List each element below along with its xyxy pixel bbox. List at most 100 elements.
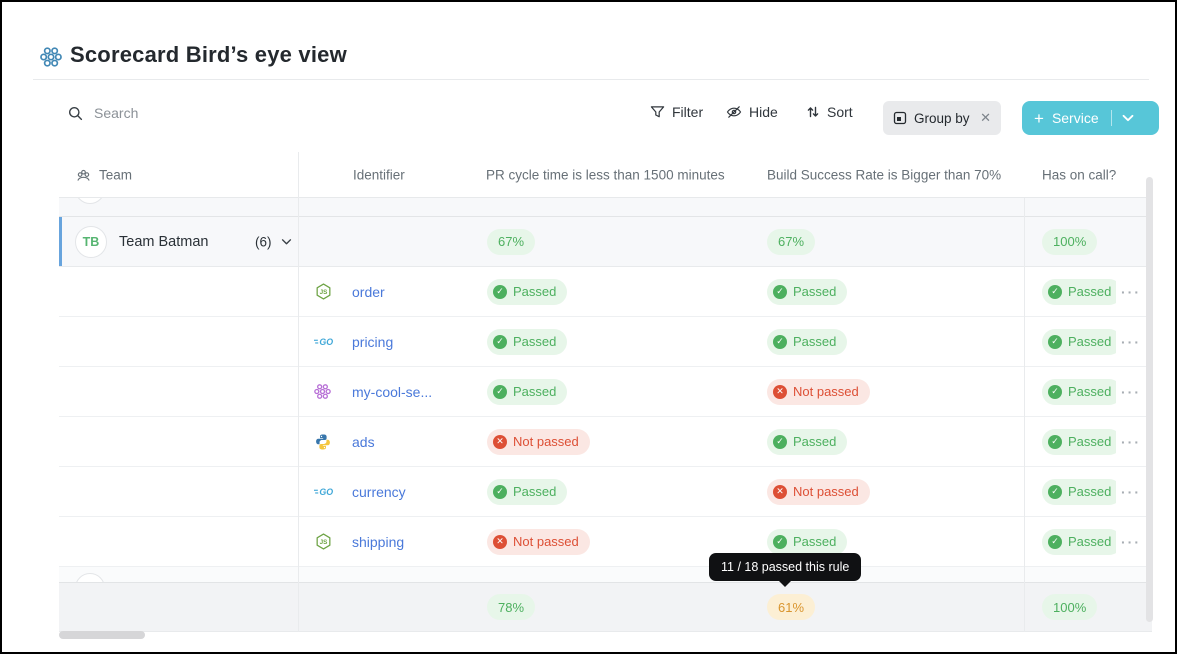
status-icon: [773, 484, 787, 499]
status-label: Passed: [513, 334, 557, 349]
group-percentage[interactable]: 100%: [1042, 594, 1098, 620]
sort-button[interactable]: Sort: [806, 104, 853, 120]
service-link[interactable]: shipping: [352, 534, 404, 550]
status-badge: Not passed: [487, 528, 590, 555]
row-menu-button[interactable]: ···: [1121, 284, 1141, 300]
hide-button[interactable]: Hide: [726, 104, 778, 120]
status-badge-clipped: Passed: [1042, 328, 1116, 355]
status-icon: [493, 534, 507, 549]
service-link[interactable]: my-cool-se...: [352, 384, 432, 400]
status-badge: Passed: [487, 328, 568, 355]
button-divider: [1110, 110, 1112, 126]
svg-text:GO: GO: [319, 487, 333, 497]
page-title: Scorecard Bird’s eye view: [70, 42, 347, 67]
status-label: Not passed: [513, 434, 579, 449]
service-link[interactable]: order: [352, 284, 385, 300]
search-icon: [69, 106, 83, 120]
status-icon: [1048, 534, 1062, 549]
next-group-summary-row[interactable]: 78% 61% 100%: [59, 582, 1152, 632]
group-header-row-team-batman[interactable]: TB Team Batman (6) 67% 67% 100%: [59, 217, 1152, 267]
status-icon: [493, 484, 507, 499]
service-link[interactable]: ads: [352, 434, 375, 450]
search-box[interactable]: [68, 104, 292, 122]
status-icon: [773, 334, 787, 349]
status-label: Passed: [1068, 484, 1112, 499]
search-input[interactable]: [92, 104, 292, 122]
vertical-scrollbar[interactable]: [1146, 177, 1153, 622]
people-icon: [77, 169, 90, 181]
status-icon: [493, 434, 507, 449]
status-label: Passed: [1068, 384, 1112, 399]
table-row[interactable]: GO pricing Passed Passed Passed ···: [59, 317, 1152, 367]
row-menu-button[interactable]: ···: [1121, 384, 1141, 400]
group-percentage[interactable]: 67%: [487, 228, 536, 255]
column-divider: [1024, 198, 1025, 632]
group-percentage[interactable]: 78%: [487, 594, 536, 620]
status-label: Not passed: [793, 384, 859, 399]
row-menu-button[interactable]: ···: [1121, 534, 1141, 550]
row-menu-button[interactable]: ···: [1121, 434, 1141, 450]
horizontal-scrollbar[interactable]: [59, 631, 145, 639]
column-header-identifier[interactable]: Identifier: [353, 167, 405, 182]
group-percentage[interactable]: 61%: [767, 594, 816, 620]
status-label: Passed: [513, 384, 557, 399]
status-badge: Passed: [487, 478, 568, 505]
status-badge-clipped: Passed: [1042, 478, 1116, 505]
row-menu-button[interactable]: ···: [1121, 484, 1141, 500]
app-window: Scorecard Bird’s eye view Filter Hide: [0, 0, 1177, 654]
group-by-chip[interactable]: Group by ✕: [883, 101, 1001, 135]
status-badge: Not passed: [767, 378, 870, 405]
add-service-button[interactable]: + Service: [1022, 101, 1159, 135]
column-header-rule2[interactable]: Build Success Rate is Bigger than 70%: [767, 167, 1001, 182]
avatar: [75, 198, 105, 204]
status-icon: [493, 334, 507, 349]
header-divider: [33, 79, 1149, 80]
column-header-team[interactable]: Team: [99, 167, 132, 182]
svg-text:JS: JS: [320, 539, 328, 546]
filter-label: Filter: [672, 104, 704, 120]
status-label: Passed: [1068, 284, 1112, 299]
svg-text:JS: JS: [320, 289, 328, 296]
scorecard-table: Team Identifier PR cycle time is less th…: [59, 152, 1152, 632]
table-row[interactable]: JS order Passed Passed Passed ···: [59, 267, 1152, 317]
service-link[interactable]: pricing: [352, 334, 393, 350]
status-badge: Passed: [487, 278, 568, 305]
frozen-column-divider: [298, 152, 299, 632]
status-label: Passed: [793, 534, 837, 549]
table-row[interactable]: ads Not passed Passed Passed ···: [59, 417, 1152, 467]
status-icon: [773, 384, 787, 399]
status-icon: [773, 534, 787, 549]
status-icon: [1048, 434, 1062, 449]
add-service-label: Service: [1051, 110, 1099, 126]
table-row[interactable]: JS shipping Not passed Passed Passed ···: [59, 517, 1152, 567]
table-header-row: Team Identifier PR cycle time is less th…: [59, 152, 1152, 198]
filter-button[interactable]: Filter: [650, 104, 703, 120]
plus-icon: +: [1034, 108, 1044, 128]
table-row[interactable]: GO currency Passed Not passed Passed ···: [59, 467, 1152, 517]
column-header-rule1[interactable]: PR cycle time is less than 1500 minutes: [486, 167, 725, 182]
table-row[interactable]: my-cool-se... Passed Not passed Passed ·…: [59, 367, 1152, 417]
service-link[interactable]: currency: [352, 484, 406, 500]
close-icon[interactable]: ✕: [980, 110, 991, 126]
group-percentage[interactable]: 67%: [767, 228, 816, 255]
status-badge: Not passed: [487, 428, 590, 455]
nodejs-icon: JS: [314, 532, 334, 552]
chevron-down-icon[interactable]: [281, 238, 292, 245]
status-badge-clipped: Passed: [1042, 428, 1116, 455]
status-label: Passed: [513, 484, 557, 499]
group-by-label: Group by: [914, 110, 970, 126]
group-percentage[interactable]: 100%: [1042, 228, 1098, 255]
group-name: Team Batman: [119, 233, 209, 250]
status-icon: [493, 284, 507, 299]
chevron-down-icon[interactable]: [1122, 114, 1134, 122]
status-icon: [773, 284, 787, 299]
status-label: Not passed: [793, 484, 859, 499]
row-menu-button[interactable]: ···: [1121, 334, 1141, 350]
partial-group-row-below: [59, 567, 1152, 582]
status-icon: [493, 384, 507, 399]
status-icon: [1048, 284, 1062, 299]
status-label: Passed: [1068, 334, 1112, 349]
column-header-rule3[interactable]: Has on call?: [1042, 167, 1116, 182]
status-badge-clipped: Passed: [1042, 378, 1116, 405]
sort-arrows-icon: [807, 106, 819, 118]
